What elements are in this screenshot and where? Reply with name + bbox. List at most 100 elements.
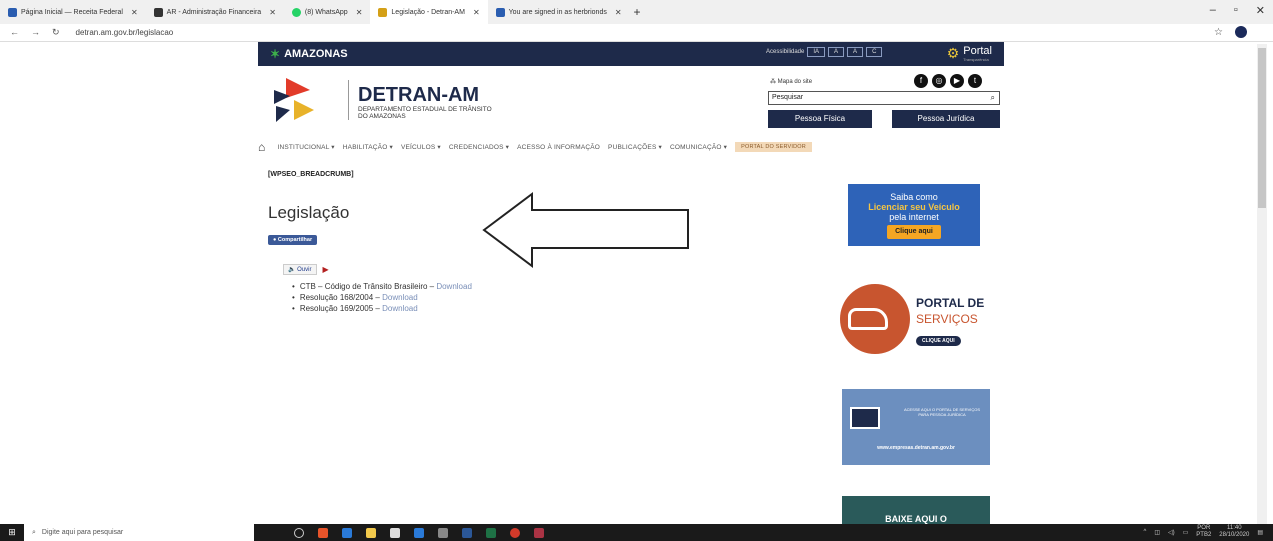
notifications-icon[interactable]: ▤: [1257, 529, 1263, 536]
nav-veiculos[interactable]: VEÍCULOS ▾: [401, 143, 441, 151]
clique-aqui-button[interactable]: Clique aqui: [887, 225, 941, 239]
close-tab-icon[interactable]: ✕: [356, 8, 363, 17]
bookmark-star-icon[interactable]: ☆: [1214, 27, 1223, 38]
taskbar-search-input[interactable]: ⌕ Digite aqui para pesquisar: [24, 524, 254, 541]
portal-transparencia-link[interactable]: ⚙ Portal Transparência: [947, 45, 992, 62]
cortana-icon[interactable]: [294, 527, 304, 538]
back-icon[interactable]: ←: [10, 27, 19, 38]
amazonas-logo[interactable]: ✶ AMAZONAS: [270, 47, 348, 61]
monitor-icon: [850, 407, 880, 429]
search-input[interactable]: Pesquisar ⌕: [768, 91, 1000, 105]
search-icon[interactable]: ⌕: [991, 93, 995, 103]
nav-portal-servidor[interactable]: PORTAL DO SERVIDOR: [735, 142, 812, 152]
portal-servicos-button[interactable]: CLIQUE AQUI: [916, 336, 961, 346]
scrollbar-thumb[interactable]: [1258, 48, 1266, 208]
tray-chevron-icon[interactable]: ^: [1143, 529, 1146, 535]
main-navigation: ⌂ INSTITUCIONAL ▾ HABILITAÇÃO ▾ VEÍCULOS…: [258, 138, 1004, 156]
reload-icon[interactable]: ↻: [52, 27, 60, 38]
tab-whatsapp[interactable]: (8) WhatsApp ✕: [284, 0, 371, 24]
page-title: Legislação: [268, 203, 350, 222]
windows-start-icon[interactable]: ⊞: [0, 527, 24, 538]
windows-taskbar: ⊞ ⌕ Digite aqui para pesquisar ^ ◫ ◁) ▭ …: [0, 524, 1273, 541]
twitter-icon[interactable]: t: [968, 74, 982, 88]
accessibility-controls: Acessibilidade IA A A C: [766, 47, 883, 57]
volume-icon[interactable]: ◁): [1168, 529, 1175, 536]
url-field[interactable]: detran.am.gov.br/legislacao: [76, 28, 174, 37]
play-icon[interactable]: ▶: [323, 265, 329, 274]
portal-empresas-banner[interactable]: ACESSE AQUI O PORTAL DE SERVIÇOS PARA PE…: [842, 389, 990, 465]
nav-credenciados[interactable]: CREDENCIADOS ▾: [449, 143, 509, 151]
maximize-icon[interactable]: ▫: [1234, 4, 1238, 17]
site-subtitle: DEPARTAMENTO ESTADUAL DE TRÂNSITO DO AMA…: [358, 106, 492, 120]
nav-habilitacao[interactable]: HABILITAÇÃO ▾: [343, 143, 393, 151]
list-item: CTB – Código de Trânsito Brasileiro – Do…: [292, 281, 472, 292]
font-decrease-button[interactable]: A: [847, 47, 864, 57]
task-view-icon[interactable]: [318, 527, 328, 538]
instagram-icon[interactable]: ◎: [932, 74, 946, 88]
forward-icon[interactable]: →: [31, 27, 40, 38]
clock[interactable]: 11:40 28/10/2020: [1219, 525, 1249, 539]
download-link[interactable]: Download: [382, 293, 418, 302]
tab-signed-in[interactable]: You are signed in as herbrionds ✕: [488, 0, 630, 24]
new-tab-icon[interactable]: +: [634, 5, 641, 19]
store-icon[interactable]: [390, 527, 400, 538]
app-icon[interactable]: [534, 527, 544, 538]
tab-admin-financeira[interactable]: AR - Administração Financeira ✕: [146, 0, 284, 24]
youtube-icon[interactable]: ▶: [950, 74, 964, 88]
close-tab-icon[interactable]: ✕: [615, 8, 622, 17]
facebook-share-button[interactable]: ● Compartilhar: [268, 235, 318, 245]
font-increase-button[interactable]: A: [828, 47, 845, 57]
facebook-icon[interactable]: f: [914, 74, 928, 88]
system-tray: ^ ◫ ◁) ▭ POR PTB2 11:40 28/10/2020 ▤: [1143, 525, 1263, 539]
portal-servicos-banner[interactable]: PORTAL DE SERVIÇOS CLIQUE AQUI: [840, 284, 990, 364]
language-indicator[interactable]: POR PTB2: [1196, 525, 1211, 539]
home-icon[interactable]: ⌂: [258, 140, 265, 154]
ouvir-player[interactable]: 🔈 Ouvir ▶: [283, 264, 329, 275]
accessibility-ia-button[interactable]: IA: [807, 47, 826, 57]
nav-comunicacao[interactable]: COMUNICAÇÃO ▾: [670, 143, 727, 151]
tab-legislacao[interactable]: Legislação - Detran-AM ✕: [370, 0, 488, 24]
site-map-link[interactable]: ⁂ Mapa do site: [770, 78, 812, 85]
keyboard-icon[interactable]: ▭: [1183, 529, 1189, 536]
list-item: Resolução 168/2004 – Download: [292, 292, 472, 303]
whatsapp-favicon-icon: [291, 7, 301, 17]
file-explorer-icon[interactable]: [366, 527, 376, 538]
minimize-icon[interactable]: –: [1210, 4, 1216, 17]
breadcrumb: [WPSEO_BREADCRUMB]: [268, 171, 354, 178]
download-link[interactable]: Download: [436, 282, 472, 291]
contrast-button[interactable]: C: [866, 47, 883, 57]
nav-publicacoes[interactable]: PUBLICAÇÕES ▾: [608, 143, 662, 151]
network-icon[interactable]: ◫: [1154, 529, 1160, 536]
account-favicon-icon: [495, 7, 505, 17]
address-bar: ← → ↻ detran.am.gov.br/legislacao ☆: [0, 24, 1273, 42]
close-window-icon[interactable]: ✕: [1256, 4, 1265, 17]
profile-avatar[interactable]: [1235, 26, 1247, 38]
detran-logo-icon[interactable]: [270, 76, 318, 124]
nav-institucional[interactable]: INSTITUCIONAL ▾: [277, 143, 334, 151]
browser-tab-bar: Página Inicial — Receita Federal ✕ AR - A…: [0, 0, 1273, 24]
calculator-icon[interactable]: [438, 527, 448, 538]
download-link[interactable]: Download: [382, 304, 418, 313]
chrome-icon[interactable]: [510, 527, 520, 538]
tab-receita[interactable]: Página Inicial — Receita Federal ✕: [0, 0, 146, 24]
page-scrollbar[interactable]: [1257, 44, 1267, 524]
pessoa-juridica-button[interactable]: Pessoa Jurídica: [892, 110, 1000, 128]
word-icon[interactable]: [462, 527, 472, 538]
site-title[interactable]: DETRAN-AM: [358, 84, 479, 107]
excel-icon[interactable]: [486, 527, 496, 538]
edge-icon[interactable]: [342, 527, 352, 538]
mail-icon[interactable]: [414, 527, 424, 538]
amazonas-star-icon: ✶: [270, 47, 281, 61]
window-controls: – ▫ ✕: [1210, 4, 1265, 17]
close-tab-icon[interactable]: ✕: [131, 8, 138, 17]
close-tab-icon[interactable]: ✕: [269, 8, 276, 17]
baixe-app-banner[interactable]: BAIXE AQUI O: [842, 496, 990, 524]
taskbar-apps: [294, 527, 544, 538]
search-icon: ⌕: [32, 528, 36, 536]
close-tab-icon[interactable]: ✕: [473, 8, 480, 17]
licenciar-veiculo-banner[interactable]: Saiba como Licenciar seu Veículo pela in…: [848, 184, 980, 246]
list-item: Resolução 169/2005 – Download: [292, 303, 472, 314]
nav-acesso-informacao[interactable]: ACESSO À INFORMAÇÃO: [517, 144, 600, 151]
annotation-arrow-icon: [482, 192, 689, 268]
pessoa-fisica-button[interactable]: Pessoa Física: [768, 110, 872, 128]
